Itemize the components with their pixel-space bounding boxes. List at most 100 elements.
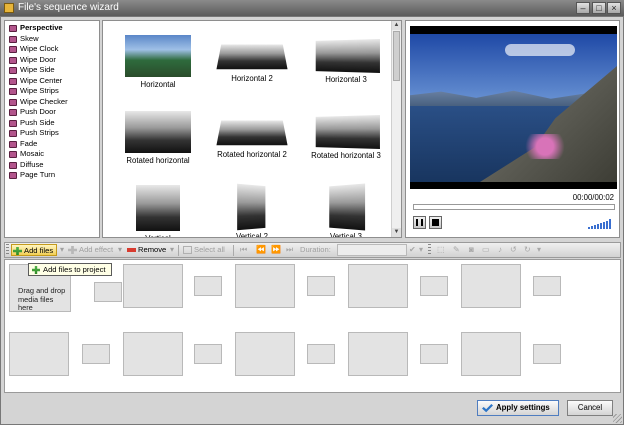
effect-item[interactable]: Wipe Center [5, 76, 99, 87]
music-icon[interactable]: ♪ [498, 244, 502, 256]
stop-button[interactable] [429, 216, 442, 229]
minimize-button[interactable]: – [576, 2, 590, 14]
timeline-slot[interactable] [420, 276, 448, 296]
effect-item[interactable]: Fade [5, 139, 99, 150]
first-icon[interactable]: ⏮ [240, 244, 247, 256]
rotate-right-icon[interactable]: ↻ [524, 244, 531, 256]
effect-item[interactable]: Push Side [5, 118, 99, 129]
effect-item[interactable]: Mosaic [5, 149, 99, 160]
timeline-slot[interactable] [94, 282, 122, 302]
timeline-slot[interactable] [82, 344, 110, 364]
scroll-thumb[interactable] [393, 31, 400, 81]
transition-thumbnail[interactable]: Horizontal 2 [205, 35, 299, 83]
timeline-slot[interactable] [307, 276, 335, 296]
transition-thumbnail[interactable]: Rotated horizontal 2 [205, 111, 299, 159]
maximize-button[interactable]: □ [592, 2, 606, 14]
add-effect-button[interactable]: Add effect [67, 244, 113, 256]
timeline-slot[interactable] [348, 264, 408, 308]
text-box-icon[interactable]: ▭ [482, 244, 490, 256]
toolbar-dropdown-icon[interactable]: ▾ [537, 244, 541, 256]
transition-thumbnail[interactable]: Vertical [111, 185, 205, 237]
timeline-slot[interactable] [9, 332, 69, 376]
select-all-button[interactable]: Select all [182, 244, 225, 256]
volume-bars-icon[interactable] [588, 219, 612, 229]
effect-item[interactable]: Skew [5, 34, 99, 45]
cancel-button[interactable]: Cancel [567, 400, 613, 416]
camera-icon[interactable]: ◙ [469, 244, 474, 256]
effect-item[interactable]: Wipe Checker [5, 97, 99, 108]
pause-button[interactable] [413, 216, 426, 229]
timeline-slot[interactable] [307, 344, 335, 364]
check-icon [482, 404, 493, 413]
timeline-slot[interactable] [235, 264, 295, 308]
remove-dropdown-icon[interactable]: ▾ [170, 244, 174, 256]
next-icon[interactable]: ⏩ [271, 244, 281, 256]
edit-icon[interactable]: ✎ [453, 244, 460, 256]
previous-icon[interactable]: ⏪ [256, 244, 266, 256]
effect-list: Perspective Skew Wipe Clock Wipe Door Wipe S… [4, 20, 100, 238]
duration-dropdown-icon[interactable]: ▾ [419, 244, 423, 256]
timeline-slot[interactable] [235, 332, 295, 376]
transition-preview-image [315, 39, 380, 73]
effect-label: Fade [20, 138, 38, 148]
title-bar: File's sequence wizard – □ × [0, 0, 624, 16]
resize-grip[interactable] [613, 414, 622, 423]
effect-film-icon [9, 109, 17, 116]
timeline-slot[interactable] [123, 332, 183, 376]
scroll-up-icon[interactable]: ▲ [392, 21, 401, 30]
effect-label: Skew [20, 33, 39, 43]
pause-icon [416, 219, 423, 226]
effect-film-icon [9, 67, 17, 74]
effect-item[interactable]: Wipe Side [5, 65, 99, 76]
effect-item[interactable]: Wipe Clock [5, 44, 99, 55]
add-effect-dropdown-icon[interactable]: ▾ [118, 244, 122, 256]
effect-film-icon [9, 35, 17, 43]
scroll-down-icon[interactable]: ▼ [392, 228, 401, 237]
remove-button[interactable]: Remove [126, 244, 166, 256]
timeline-slot[interactable] [461, 332, 521, 376]
transition-thumbnail[interactable]: Vertical 3 [299, 183, 393, 237]
effect-item[interactable]: Wipe Door [5, 55, 99, 66]
timeline-slot[interactable] [123, 264, 183, 308]
timeline-slot[interactable] [348, 332, 408, 376]
close-button[interactable]: × [607, 2, 621, 14]
transition-thumbnail[interactable]: Horizontal 3 [299, 35, 393, 84]
seek-bar[interactable] [413, 204, 615, 210]
effect-item[interactable]: Push Door [5, 107, 99, 118]
transition-caption: Vertical 2 [235, 232, 269, 238]
effect-item[interactable]: Diffuse [5, 160, 99, 171]
window-title: File's sequence wizard [18, 2, 119, 13]
timeline-slot[interactable] [533, 276, 561, 296]
transition-preview-image [216, 44, 288, 70]
timeline-slot[interactable] [194, 344, 222, 364]
timeline-slot[interactable] [461, 264, 521, 308]
effect-film-icon [9, 151, 17, 158]
crop-icon[interactable]: ⬚ [437, 244, 445, 256]
apply-duration-icon[interactable]: ✔ [409, 244, 416, 256]
preview-video [410, 26, 617, 189]
timeline-slot[interactable] [533, 344, 561, 364]
transition-thumbnail[interactable]: Horizontal [111, 35, 205, 89]
effect-film-icon [9, 98, 17, 106]
toolbar-grip [6, 244, 9, 256]
timeline-slot[interactable] [194, 276, 222, 296]
transition-thumbnail[interactable]: Rotated horizontal [111, 111, 205, 165]
duration-input[interactable] [337, 244, 407, 256]
transition-preview-image [136, 185, 180, 231]
effect-label: Wipe Clock [20, 44, 59, 53]
add-files-dropdown-icon[interactable]: ▾ [60, 244, 64, 256]
transition-preview-image [216, 120, 288, 146]
transition-thumbnail[interactable]: Vertical 2 [205, 183, 299, 238]
effect-film-icon [9, 25, 17, 32]
timeline-slot[interactable] [420, 344, 448, 364]
effect-item[interactable]: Push Strips [5, 128, 99, 139]
transition-thumbnail[interactable]: Rotated horizontal 3 [299, 111, 393, 160]
rotate-left-icon[interactable]: ↺ [510, 244, 517, 256]
timeline[interactable]: Drag and drop media files here Add files… [4, 259, 621, 393]
effect-item[interactable]: Page Turn [5, 170, 99, 181]
timeline-toolbar: Add files ▾ Add effect ▾ Remove ▾ Select… [4, 242, 621, 258]
effect-item[interactable]: Perspective [5, 23, 99, 34]
add-files-button[interactable]: Add files [11, 244, 58, 256]
effect-item[interactable]: Wipe Strips [5, 86, 99, 97]
apply-settings-button[interactable]: Apply settings [477, 400, 559, 416]
